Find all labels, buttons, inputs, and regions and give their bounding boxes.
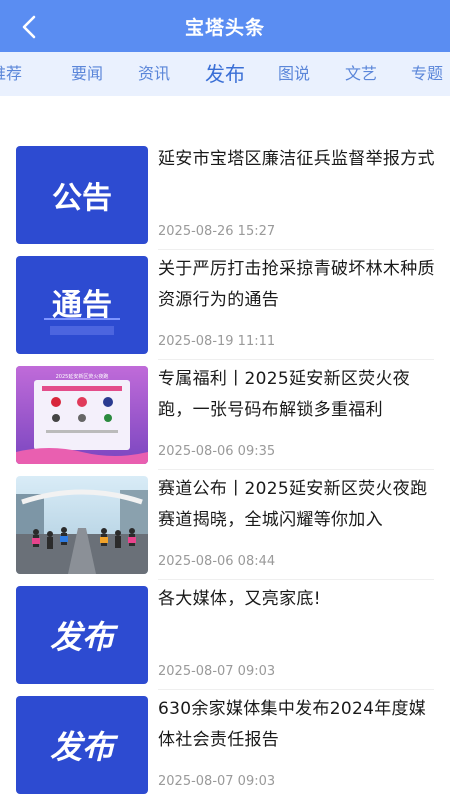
- article-title: 关于严厉打击抢采掠青破坏林木种质资源行为的通告: [158, 259, 435, 310]
- poster-title: 2025延安新区荧火夜跑: [55, 374, 109, 380]
- night-run-poster-image: 2025延安新区荧火夜跑: [16, 366, 148, 464]
- article-date: 2025-08-26 15:27: [158, 224, 276, 239]
- category-tabs: 推荐 要闻 资讯 发布 图说 文艺 专题: [0, 52, 450, 96]
- tab-photo[interactable]: 图说: [278, 52, 310, 96]
- notice-image: 通告: [16, 256, 148, 354]
- article-item[interactable]: 通告 关于严厉打击抢采掠青破坏林木种质资源行为的通告 2025-08-19 11…: [0, 250, 450, 360]
- article-title: 各大媒体，又亮家底!: [158, 589, 321, 609]
- article-date: 2025-08-19 11:11: [158, 334, 276, 349]
- article-item[interactable]: 赛道公布丨2025延安新区荧火夜跑赛道揭晓，全城闪耀等你加入 2025-08-0…: [0, 470, 450, 580]
- article-title: 延安市宝塔区廉洁征兵监督举报方式: [158, 149, 435, 169]
- article-date: 2025-08-07 09:03: [158, 774, 276, 789]
- article-item[interactable]: 发布 各大媒体，又亮家底! 2025-08-07 09:03: [0, 580, 450, 690]
- app-root: 宝塔头条 推荐 要闻 资讯 发布 图说 文艺 专题 公告 延安市宝塔区廉洁征兵监…: [0, 0, 450, 800]
- tab-info[interactable]: 资讯: [138, 52, 170, 96]
- article-date: 2025-08-07 09:03: [158, 664, 276, 679]
- article-item[interactable]: 公告 延安市宝塔区廉洁征兵监督举报方式 2025-08-26 15:27: [0, 140, 450, 250]
- release-image: 发布: [16, 586, 148, 684]
- tab-release[interactable]: 发布: [205, 52, 245, 96]
- article-item[interactable]: 2025延安新区荧火夜跑 专属福利丨2025延安新区荧火夜跑，一张号码布解锁多重…: [0, 360, 450, 470]
- reflection-graphic: [44, 318, 120, 335]
- page-title: 宝塔头条: [184, 16, 265, 39]
- header-bar: 宝塔头条: [0, 0, 450, 52]
- article-item[interactable]: 发布 630余家媒体集中发布2024年度媒体社会责任报告 2025-08-07 …: [0, 690, 450, 800]
- announcement-image: 公告: [16, 146, 148, 244]
- article-title: 630余家媒体集中发布2024年度媒体社会责任报告: [158, 699, 427, 750]
- chevron-left-icon: [22, 15, 36, 39]
- article-date: 2025-08-06 08:44: [158, 554, 276, 569]
- thumb-label: 发布: [49, 618, 114, 656]
- tab-news[interactable]: 要闻: [71, 52, 103, 96]
- thumb-label: 公告: [52, 181, 112, 216]
- article-title: 赛道公布丨2025延安新区荧火夜跑赛道揭晓，全城闪耀等你加入: [158, 479, 428, 530]
- runners-graphic: [16, 476, 148, 574]
- back-button[interactable]: [14, 12, 44, 42]
- tab-recommend[interactable]: 推荐: [0, 52, 22, 96]
- article-title: 专属福利丨2025延安新区荧火夜跑，一张号码布解锁多重福利: [158, 369, 411, 420]
- thumb-label: 发布: [49, 728, 114, 766]
- article-date: 2025-08-06 09:35: [158, 444, 276, 459]
- poster-graphic: [16, 366, 148, 464]
- runners-photo-image: [16, 476, 148, 574]
- tab-special[interactable]: 专题: [411, 52, 443, 96]
- release-image: 发布: [16, 696, 148, 794]
- tab-arts[interactable]: 文艺: [345, 52, 377, 96]
